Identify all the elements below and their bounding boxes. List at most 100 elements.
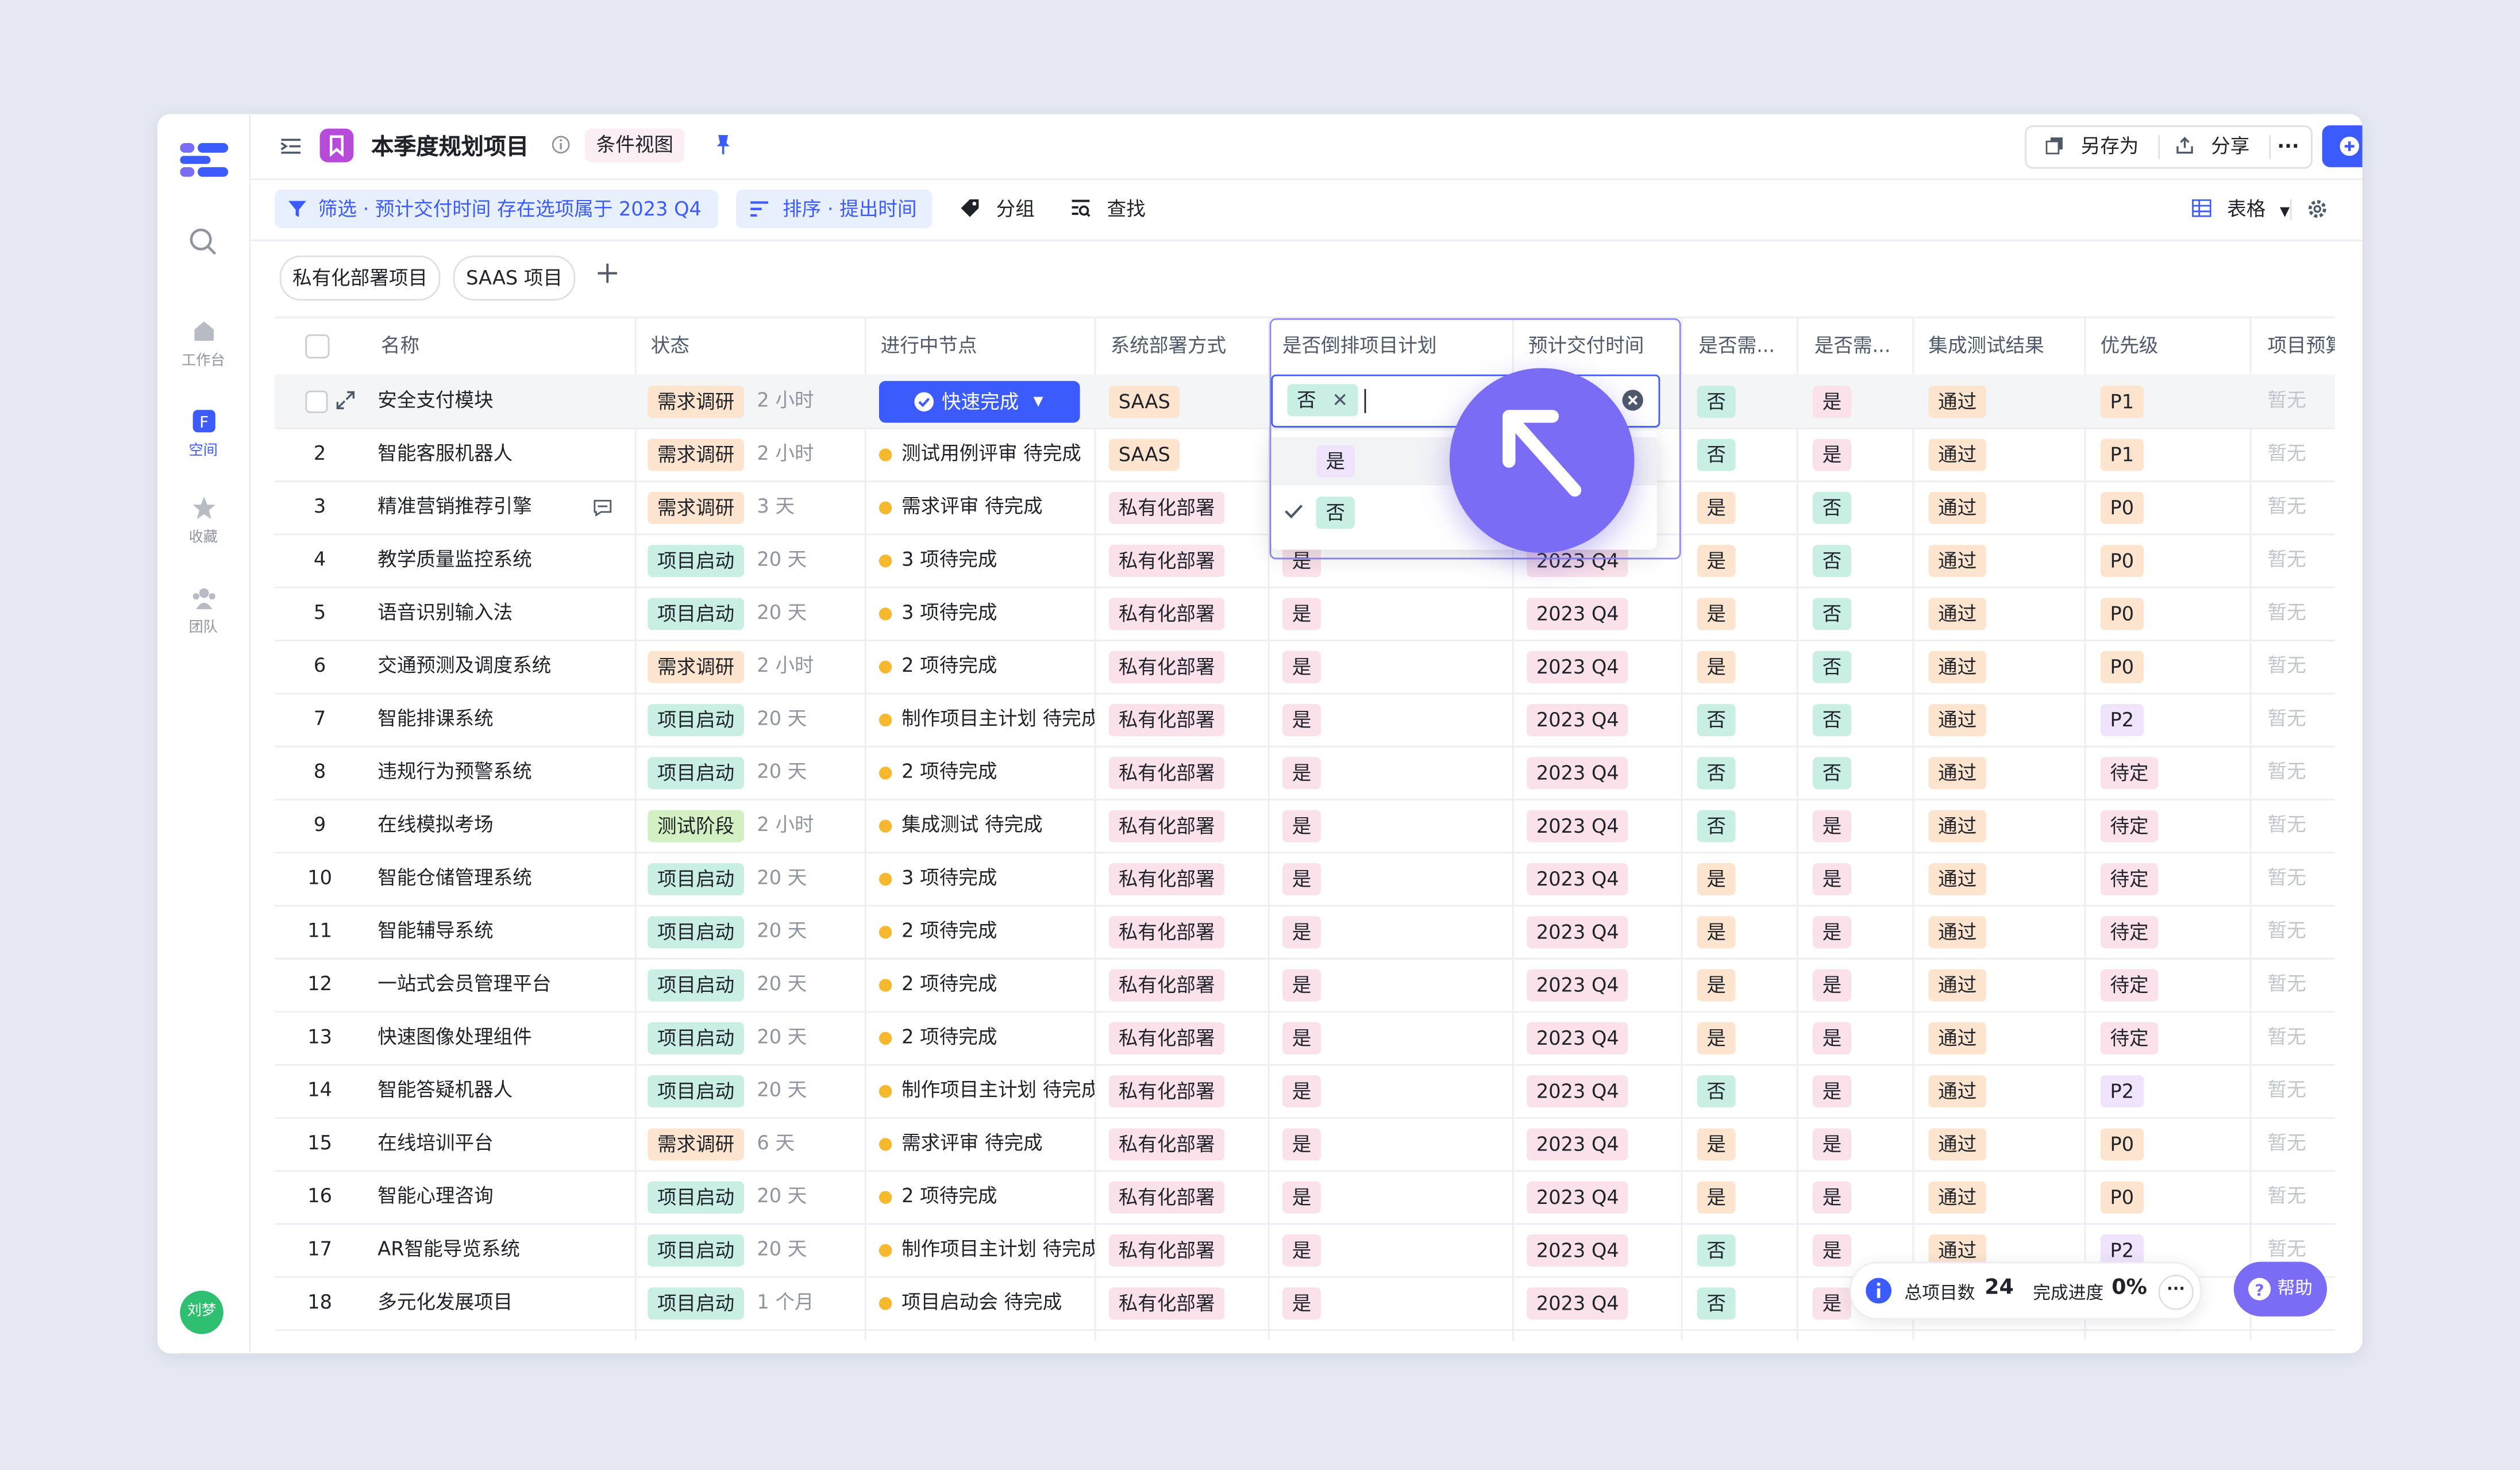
view-mode-dropdown[interactable]: 表格 ▼ (2192, 190, 2290, 228)
table-row[interactable]: 7 智能排课系统 项目启动 20 天 制作项目主计划 待完成 私有化部署 是 2023 Q4 否… (275, 693, 2336, 748)
delivery-time-cell[interactable]: 2023 Q4 (1527, 1011, 1629, 1064)
table-row[interactable]: 8 违规行为预警系统 项目启动 20 天 2 项待完成 私有化部署 是 2023 Q4 否 否 通过… (275, 746, 2336, 801)
need-2-cell[interactable]: 否 (1813, 480, 1852, 533)
sidebar-item-favorites[interactable]: 收藏 (157, 495, 249, 547)
budget-cell[interactable]: 暂无 (2268, 799, 2306, 852)
need-2-cell[interactable]: 是 (1813, 1223, 1852, 1276)
deploy-cell[interactable]: 私有化部署 (1108, 534, 1225, 587)
reverse-plan-cell[interactable]: 是 (1282, 693, 1321, 746)
test-result-cell[interactable]: 通过 (1928, 428, 1987, 480)
status-cell[interactable]: 需求调研 2 小时 (648, 375, 814, 428)
need-2-cell[interactable]: 否 (1813, 534, 1852, 587)
priority-cell[interactable]: 待定 (2100, 905, 2159, 958)
avatar[interactable]: 刘梦 (180, 1290, 224, 1334)
delivery-time-cell[interactable]: 2023 Q4 (1527, 1117, 1629, 1170)
budget-cell[interactable]: 暂无 (2268, 1011, 2306, 1064)
table-row[interactable]: 10 智能仓储管理系统 项目启动 20 天 3 项待完成 私有化部署 是 2023 Q4 是 是 通… (275, 852, 2336, 907)
budget-cell[interactable]: 暂无 (2268, 905, 2306, 958)
table-row[interactable]: 12 一站式会员管理平台 项目启动 20 天 2 项待完成 私有化部署 是 2023 Q4 是 是… (275, 958, 2336, 1013)
test-result-cell[interactable]: 通过 (1928, 480, 1987, 533)
table-row[interactable]: 16 智能心理咨询 项目启动 20 天 2 项待完成 私有化部署 是 2023 Q4 是 是 通过 P… (275, 1170, 2336, 1225)
project-name[interactable]: 智能辅导系统 (377, 905, 619, 958)
need-1-cell[interactable]: 是 (1697, 640, 1736, 692)
budget-cell[interactable]: 暂无 (2268, 958, 2306, 1011)
deploy-cell[interactable]: 私有化部署 (1108, 852, 1225, 905)
priority-cell[interactable]: 待定 (2100, 746, 2159, 799)
need-1-cell[interactable]: 是 (1697, 1011, 1736, 1064)
need-1-cell[interactable]: 是 (1697, 958, 1736, 1011)
need-1-cell[interactable]: 是 (1697, 480, 1736, 533)
budget-cell[interactable]: 暂无 (2268, 375, 2306, 428)
priority-cell[interactable]: 待定 (2100, 1011, 2159, 1064)
need-2-cell[interactable]: 否 (1813, 587, 1852, 640)
reverse-plan-cell[interactable]: 是 (1282, 1170, 1321, 1223)
priority-cell[interactable]: P1 (2100, 428, 2144, 480)
need-2-cell[interactable]: 是 (1813, 375, 1852, 428)
priority-cell[interactable]: P0 (2100, 587, 2144, 640)
budget-cell[interactable]: 暂无 (2268, 693, 2306, 746)
need-1-cell[interactable]: 是 (1697, 1117, 1736, 1170)
need-1-cell[interactable]: 否 (1697, 375, 1736, 428)
need-2-cell[interactable]: 是 (1813, 428, 1852, 480)
need-2-cell[interactable]: 是 (1813, 1276, 1852, 1329)
view-tab-private[interactable]: 私有化部署项目 (279, 255, 441, 301)
table-row[interactable]: 5 语音识别输入法 项目启动 20 天 3 项待完成 私有化部署 是 2023 Q4 是 否 通过 P… (275, 587, 2336, 642)
quick-complete-button[interactable]: 快速完成 ▼ (878, 380, 1080, 423)
need-2-cell[interactable]: 否 (1813, 640, 1852, 692)
status-cell[interactable]: 需求调研 3 天 (648, 480, 795, 533)
header-deploy[interactable]: 系统部署方式 (1111, 318, 1226, 375)
status-cell[interactable]: 项目启动 20 天 (648, 852, 807, 905)
deploy-cell[interactable]: SAAS (1108, 428, 1180, 480)
deploy-cell[interactable]: 私有化部署 (1108, 587, 1225, 640)
node-cell[interactable]: 需求评审 待完成 (878, 480, 1095, 533)
table-row[interactable]: 6 交通预测及调度系统 需求调研 2 小时 2 项待完成 私有化部署 是 2023 Q4 是 否 通… (275, 640, 2336, 695)
more-icon[interactable]: ··· (2277, 127, 2299, 167)
status-cell[interactable]: 项目启动 20 天 (648, 587, 807, 640)
need-2-cell[interactable]: 是 (1813, 1117, 1852, 1170)
priority-cell[interactable]: P0 (2100, 640, 2144, 692)
status-cell[interactable]: 需求调研 2 小时 (648, 640, 814, 692)
add-view-icon[interactable] (596, 262, 619, 284)
delivery-time-cell[interactable]: 2023 Q4 (1527, 693, 1629, 746)
project-name[interactable]: 智能心理咨询 (377, 1170, 619, 1223)
need-1-cell[interactable]: 否 (1697, 1223, 1736, 1276)
test-result-cell[interactable]: 通过 (1928, 375, 1987, 428)
project-name[interactable]: 语音识别输入法 (377, 587, 619, 640)
priority-cell[interactable]: 待定 (2100, 958, 2159, 1011)
project-name[interactable]: 智能排课系统 (377, 693, 619, 746)
need-1-cell[interactable]: 否 (1697, 1276, 1736, 1329)
share-button[interactable]: 分享 (2176, 127, 2249, 167)
status-cell[interactable]: 项目启动 20 天 (648, 746, 807, 799)
test-result-cell[interactable]: 通过 (1928, 905, 1987, 958)
need-2-cell[interactable]: 是 (1813, 958, 1852, 1011)
node-cell[interactable]: 项目启动会 待完成 (878, 1276, 1095, 1329)
deploy-cell[interactable]: 私有化部署 (1108, 1064, 1225, 1117)
budget-cell[interactable]: 暂无 (2268, 1170, 2306, 1223)
budget-cell[interactable]: 暂无 (2268, 428, 2306, 480)
delivery-time-cell[interactable]: 2023 Q4 (1527, 905, 1629, 958)
deploy-cell[interactable]: 私有化部署 (1108, 1276, 1225, 1329)
status-cell[interactable]: 项目启动 20 天 (648, 1011, 807, 1064)
delivery-time-cell[interactable]: 2023 Q4 (1527, 1170, 1629, 1223)
budget-cell[interactable]: 暂无 (2268, 746, 2306, 799)
save-as-button[interactable]: 另存为 (2045, 127, 2138, 167)
delivery-time-cell[interactable]: 2023 Q4 (1527, 587, 1629, 640)
test-result-cell[interactable]: 通过 (1928, 799, 1987, 852)
deploy-cell[interactable]: 私有化部署 (1108, 1170, 1225, 1223)
delivery-time-cell[interactable]: 2023 Q4 (1527, 1064, 1629, 1117)
search-icon[interactable] (188, 226, 217, 255)
status-cell[interactable]: 项目启动 20 天 (648, 1170, 807, 1223)
delivery-time-cell[interactable]: 2023 Q4 (1527, 1276, 1629, 1329)
row-checkbox[interactable] (305, 390, 328, 413)
delivery-time-cell[interactable]: 2023 Q4 (1527, 746, 1629, 799)
delivery-time-cell[interactable]: 2023 Q4 (1527, 852, 1629, 905)
status-cell[interactable]: 需求调研 6 天 (648, 1117, 795, 1170)
search-button[interactable]: 查找 (1070, 190, 1146, 228)
need-1-cell[interactable]: 是 (1697, 1170, 1736, 1223)
need-2-cell[interactable]: 否 (1813, 746, 1852, 799)
priority-cell[interactable]: P2 (2100, 1064, 2144, 1117)
table-row[interactable]: 14 智能答疑机器人 项目启动 20 天 制作项目主计划 待完成 私有化部署 是 2023 Q… (275, 1064, 2336, 1119)
deploy-cell[interactable]: 私有化部署 (1108, 905, 1225, 958)
test-result-cell[interactable]: 通过 (1928, 1064, 1987, 1117)
reverse-plan-cell[interactable]: 是 (1282, 905, 1321, 958)
